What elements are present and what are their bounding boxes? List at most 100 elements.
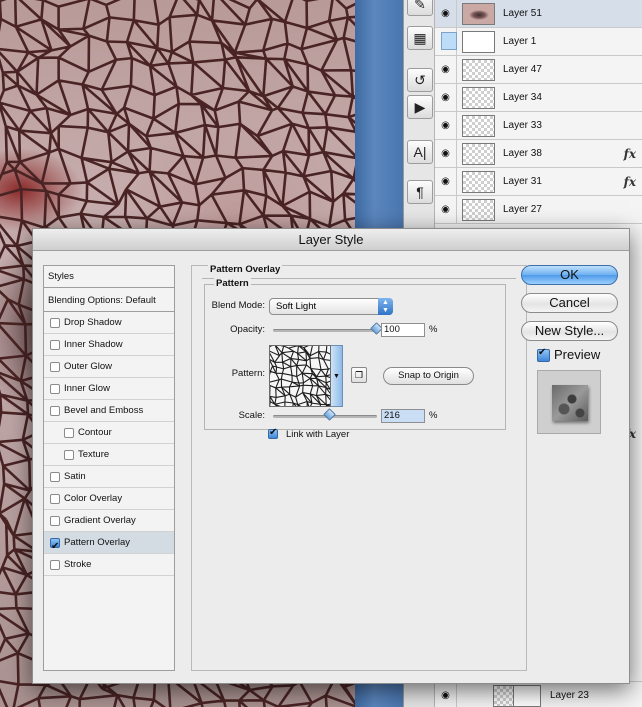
layer-name: Layer 33 bbox=[503, 120, 542, 131]
pattern-swatch[interactable] bbox=[269, 345, 331, 407]
layer-mask-thumbnail bbox=[513, 685, 541, 707]
eye-icon[interactable]: ◉ bbox=[435, 84, 457, 111]
layer-thumbnail bbox=[462, 171, 495, 193]
select-arrows-icon: ▲ ▼ bbox=[378, 298, 393, 315]
style-checkbox[interactable] bbox=[50, 560, 60, 570]
layer-row[interactable]: ◉ Layer 34 bbox=[435, 84, 642, 112]
eye-icon[interactable]: ◉ bbox=[435, 0, 457, 27]
style-item-drop-shadow[interactable]: Drop Shadow bbox=[44, 312, 174, 334]
pattern-label: Pattern: bbox=[231, 368, 265, 379]
opacity-slider[interactable] bbox=[273, 329, 377, 332]
eye-icon[interactable]: ◉ bbox=[435, 682, 457, 707]
style-checkbox[interactable] bbox=[50, 406, 60, 416]
style-label: Inner Glow bbox=[64, 383, 110, 394]
layer-row[interactable]: ◉ Layer 31 fx bbox=[435, 168, 642, 196]
layer-row[interactable]: ◉ Layer 38 fx bbox=[435, 140, 642, 168]
opacity-input[interactable]: 100 bbox=[381, 323, 425, 337]
layer-thumbnail bbox=[462, 143, 495, 165]
style-label: Contour bbox=[78, 427, 112, 438]
dialog-title[interactable]: Layer Style bbox=[33, 229, 629, 251]
scale-input[interactable]: 216 bbox=[381, 409, 425, 423]
snap-to-origin-button[interactable]: Snap to Origin bbox=[383, 367, 474, 385]
character-icon[interactable]: A| bbox=[407, 140, 433, 164]
blending-options-item[interactable]: Blending Options: Default bbox=[44, 290, 174, 312]
layer-color-swatch bbox=[441, 32, 457, 50]
styles-header[interactable]: Styles bbox=[44, 266, 174, 288]
style-item-color-overlay[interactable]: Color Overlay bbox=[44, 488, 174, 510]
preview-checkbox[interactable] bbox=[537, 347, 550, 362]
history-icon[interactable]: ↺ bbox=[407, 68, 433, 92]
style-label: Bevel and Emboss bbox=[64, 405, 144, 416]
style-item-contour[interactable]: Contour bbox=[44, 422, 174, 444]
new-preset-icon[interactable]: ❐ bbox=[351, 367, 367, 383]
style-checkbox[interactable] bbox=[50, 472, 60, 482]
new-style-button[interactable]: New Style... bbox=[521, 321, 618, 341]
layer-row[interactable]: ◉ Layer 27 bbox=[435, 196, 642, 224]
style-label: Outer Glow bbox=[64, 361, 113, 372]
scale-unit: % bbox=[429, 410, 438, 421]
layer-name: Layer 38 bbox=[503, 148, 542, 159]
layer-row[interactable]: ◉ Layer 51 bbox=[435, 0, 642, 28]
blend-mode-value: Soft Light bbox=[276, 301, 317, 312]
style-checkbox[interactable] bbox=[50, 384, 60, 394]
layer-name: Layer 34 bbox=[503, 92, 542, 103]
style-checkbox[interactable] bbox=[64, 450, 74, 460]
layer-name: Layer 47 bbox=[503, 64, 542, 75]
style-label: Gradient Overlay bbox=[64, 515, 136, 526]
style-item-texture[interactable]: Texture bbox=[44, 444, 174, 466]
layer-name: Layer 23 bbox=[550, 690, 589, 701]
style-checkbox[interactable] bbox=[50, 318, 60, 328]
style-preview-thumbnail bbox=[537, 370, 601, 434]
style-label: Stroke bbox=[64, 559, 92, 570]
grid-icon[interactable]: ▦ bbox=[407, 26, 433, 50]
section-title: Pattern Overlay bbox=[208, 264, 283, 275]
style-checkbox[interactable] bbox=[64, 428, 74, 438]
actions-play-icon[interactable]: ▶ bbox=[407, 95, 433, 119]
preview-label: Preview bbox=[554, 347, 601, 362]
style-label: Texture bbox=[78, 449, 110, 460]
eye-icon[interactable]: ◉ bbox=[435, 56, 457, 83]
brush-icon[interactable]: ✎ bbox=[407, 0, 433, 16]
style-item-inner-glow[interactable]: Inner Glow bbox=[44, 378, 174, 400]
layer-thumbnail bbox=[462, 199, 495, 221]
link-with-layer-checkbox[interactable] bbox=[268, 427, 278, 439]
layer-thumbnail bbox=[462, 3, 495, 25]
styles-list: Styles Blending Options: Default Drop Sh… bbox=[43, 265, 175, 671]
eye-icon[interactable]: ◉ bbox=[435, 112, 457, 139]
style-checkbox[interactable] bbox=[50, 516, 60, 526]
pattern-picker-arrow-icon[interactable]: ▼ bbox=[331, 345, 343, 407]
style-checkbox[interactable] bbox=[50, 494, 60, 504]
style-checkbox[interactable] bbox=[50, 340, 60, 350]
style-item-satin[interactable]: Satin bbox=[44, 466, 174, 488]
paragraph-icon[interactable]: ¶ bbox=[407, 180, 433, 204]
style-item-inner-shadow[interactable]: Inner Shadow bbox=[44, 334, 174, 356]
opacity-unit: % bbox=[429, 324, 438, 335]
eye-icon[interactable]: ◉ bbox=[435, 140, 457, 167]
style-item-bevel-and-emboss[interactable]: Bevel and Emboss bbox=[44, 400, 174, 422]
blend-mode-label: Blend Mode: bbox=[211, 300, 265, 311]
eye-icon[interactable]: ◉ bbox=[435, 196, 457, 223]
layer-row[interactable]: ◉ Layer 33 bbox=[435, 112, 642, 140]
crackle-pattern-image bbox=[270, 346, 330, 406]
layer-row-bottom[interactable]: ◉ Layer 23 bbox=[435, 681, 642, 707]
style-item-pattern-overlay[interactable]: Pattern Overlay bbox=[44, 532, 174, 558]
cancel-button[interactable]: Cancel bbox=[521, 293, 618, 313]
layer-name: Layer 51 bbox=[503, 8, 542, 19]
style-item-stroke[interactable]: Stroke bbox=[44, 554, 174, 576]
style-checkbox[interactable] bbox=[50, 362, 60, 372]
layer-row[interactable]: ◉ Layer 47 bbox=[435, 56, 642, 84]
eye-icon[interactable]: ◉ bbox=[435, 168, 457, 195]
style-item-gradient-overlay[interactable]: Gradient Overlay bbox=[44, 510, 174, 532]
scale-label: Scale: bbox=[238, 410, 265, 421]
group-title: Pattern bbox=[214, 278, 251, 289]
layer-thumbnail bbox=[462, 87, 495, 109]
style-item-outer-glow[interactable]: Outer Glow bbox=[44, 356, 174, 378]
link-with-layer-label: Link with Layer bbox=[286, 429, 350, 440]
layer-row[interactable]: Layer 1 bbox=[435, 28, 642, 56]
crack-lines bbox=[270, 346, 330, 406]
layer-thumbnail bbox=[462, 59, 495, 81]
style-checkbox[interactable] bbox=[50, 536, 60, 558]
ok-button[interactable]: OK bbox=[521, 265, 618, 285]
fx-icon: fx bbox=[623, 147, 636, 161]
blend-mode-select[interactable]: Soft Light ▲ ▼ bbox=[269, 298, 393, 315]
